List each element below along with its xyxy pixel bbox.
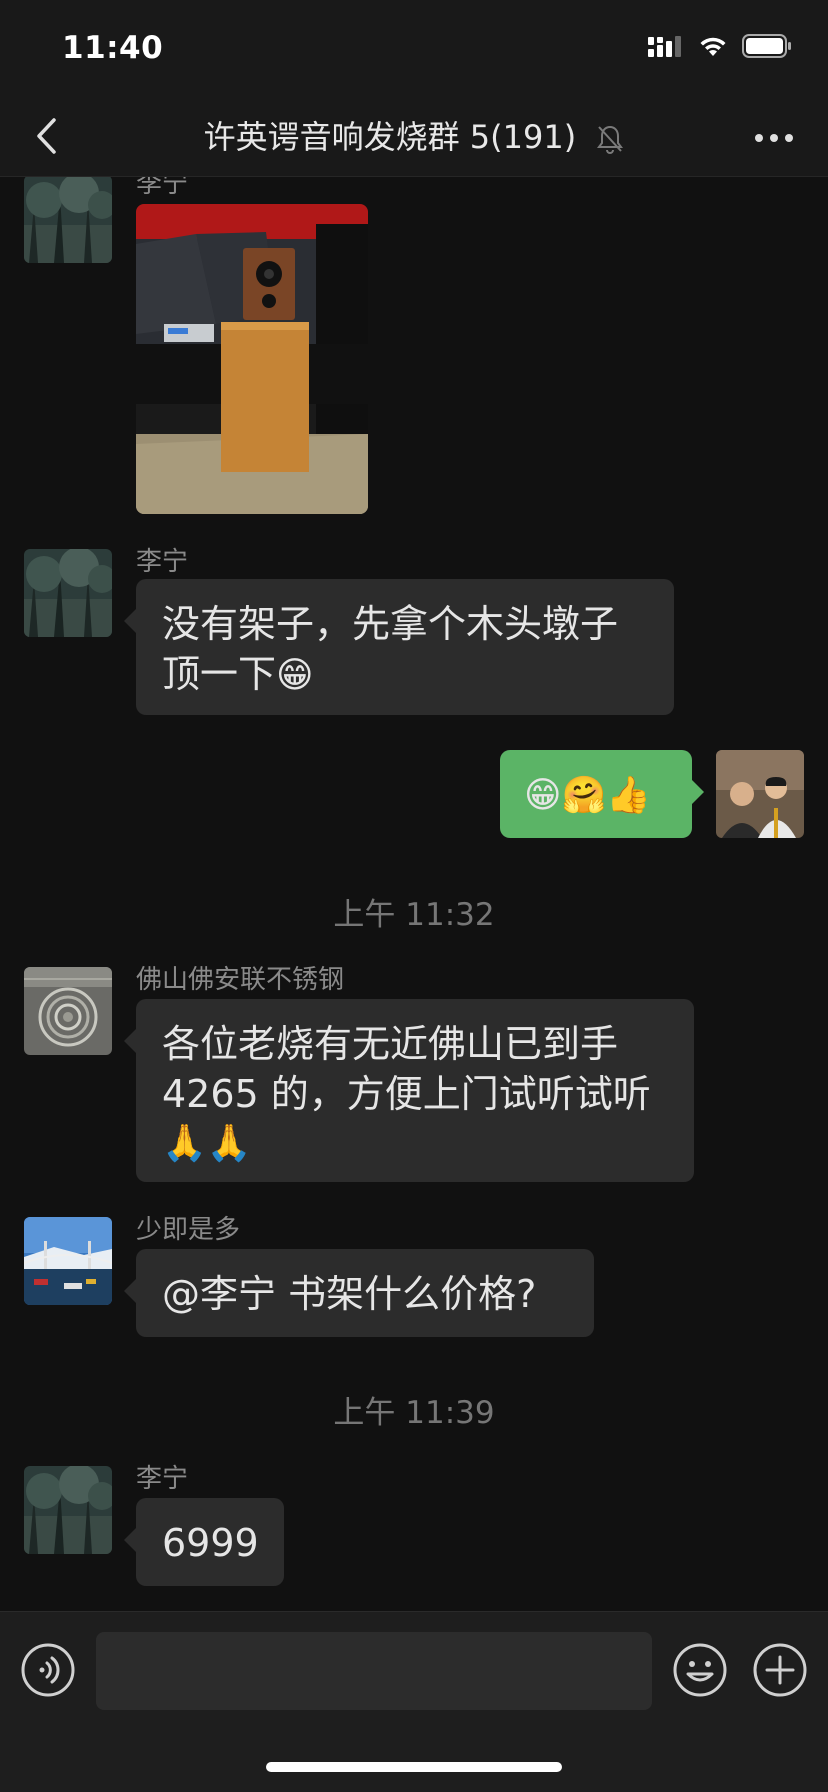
message-bubble[interactable]: 6999: [124, 1498, 284, 1586]
message-text-line: 没有架子，先拿个木头墩子: [162, 602, 619, 646]
battery-icon: [742, 34, 791, 58]
self-message-bubble[interactable]: 😁🤗👍: [500, 750, 704, 838]
avatar[interactable]: [24, 549, 112, 637]
status-icons: [648, 34, 792, 58]
timestamp: 上午 11:39: [333, 1395, 495, 1431]
mute-bell-icon: [597, 125, 624, 154]
avatar[interactable]: [24, 1466, 112, 1554]
message-text: @李宁 书架什么价格?: [162, 1272, 537, 1316]
emoji-icon: [673, 1643, 727, 1697]
input-bar: [0, 1611, 828, 1792]
signal-icon: [648, 36, 681, 57]
wifi-icon: [700, 37, 726, 56]
message-text-line: 各位老烧有无近佛山已到手: [162, 1022, 619, 1066]
message-text-line: 4265 的，方便上门试听试听: [162, 1072, 651, 1116]
sender-name: 李宁: [136, 547, 189, 577]
emoji-sequence: 😁🤗👍: [524, 775, 652, 816]
more-functions-button[interactable]: [752, 1642, 808, 1698]
message-text: 6999: [162, 1521, 259, 1565]
voice-button[interactable]: [20, 1642, 76, 1698]
message-bubble[interactable]: 没有架子，先拿个木头墩子 顶一下😁: [124, 579, 674, 715]
sender-name: 李宁: [136, 177, 189, 199]
more-button[interactable]: [750, 118, 798, 158]
voice-icon: [21, 1643, 75, 1697]
praying-hands-emoji: 🙏🙏: [162, 1123, 252, 1164]
avatar[interactable]: [24, 177, 112, 263]
message-bubble[interactable]: @李宁 书架什么价格?: [124, 1249, 594, 1337]
status-bar: 11:40: [0, 0, 828, 96]
plus-icon: [753, 1643, 807, 1697]
more-dots-icon: [755, 134, 793, 142]
status-time: 11:40: [62, 30, 164, 66]
chat-title: 许英谔音响发烧群 5(191): [0, 112, 828, 158]
sender-name: 李宁: [136, 1464, 189, 1494]
nav-bar: 许英谔音响发烧群 5(191): [0, 96, 828, 177]
home-indicator[interactable]: [266, 1762, 562, 1772]
chat-message-list[interactable]: 李宁 李宁 没有架子，先拿个木头墩子 顶一下😁 😁🤗👍 上午 11:32 佛山佛…: [0, 177, 828, 1611]
chat-title-text: 许英谔音响发烧群 5(191): [203, 118, 577, 156]
image-message[interactable]: [136, 204, 368, 514]
self-avatar[interactable]: [716, 750, 804, 838]
message-bubble[interactable]: 各位老烧有无近佛山已到手 4265 的，方便上门试听试听 🙏🙏: [124, 999, 694, 1182]
timestamp: 上午 11:32: [333, 897, 495, 933]
speaker-on-wooden-stand-photo: [136, 204, 368, 514]
avatar[interactable]: [24, 967, 112, 1055]
avatar[interactable]: [24, 1217, 112, 1305]
grin-emoji: 😁: [276, 655, 314, 696]
sender-name: 佛山佛安联不锈钢: [136, 965, 345, 995]
message-text-line: 顶一下😁: [162, 652, 314, 696]
message-input[interactable]: [96, 1632, 652, 1710]
emoji-button[interactable]: [672, 1642, 728, 1698]
sender-name: 少即是多: [136, 1215, 241, 1245]
chat-screen: 11:40 许英谔音响发烧群 5(191) 李宁 李宁 没有架子，先拿个木头墩子…: [0, 0, 828, 1792]
